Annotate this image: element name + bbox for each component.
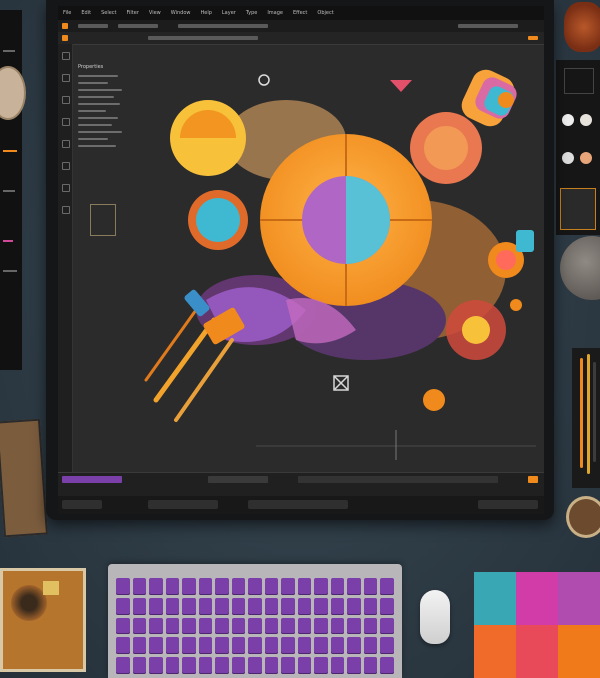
menu-item[interactable]: Window (166, 10, 196, 16)
menu-item[interactable]: Help (195, 10, 216, 16)
property-row[interactable] (78, 110, 106, 112)
menu-item[interactable]: Type (241, 10, 262, 16)
photo-print (0, 568, 86, 672)
design-app-window: File Edit Select Filter View Window Help… (58, 6, 544, 514)
timeline-keyframe[interactable] (528, 476, 538, 483)
property-row[interactable] (78, 145, 116, 147)
artwork (144, 69, 536, 460)
toolbar-control[interactable] (118, 24, 158, 28)
select-tool-icon[interactable] (62, 74, 70, 82)
brush-holder (572, 348, 600, 488)
right-swatch-card (556, 60, 600, 235)
eyedropper-tool-icon[interactable] (62, 206, 70, 214)
timeline-track[interactable] (62, 476, 122, 483)
cyan-circle (196, 198, 240, 242)
orange-dot (423, 389, 445, 411)
keyboard (108, 564, 402, 678)
menu-item[interactable]: Filter (122, 10, 144, 16)
brush-tool-icon[interactable] (62, 96, 70, 104)
status-control[interactable] (478, 500, 538, 509)
artboard[interactable]: ☒ (136, 50, 536, 470)
layer-thumbnail[interactable] (90, 204, 116, 236)
property-row[interactable] (78, 96, 114, 98)
mouse (420, 590, 450, 644)
property-row[interactable] (78, 117, 118, 119)
timeline-panel (58, 472, 544, 497)
close-icon[interactable]: ☒ (332, 370, 344, 385)
status-control[interactable] (148, 500, 218, 509)
toolbar-control[interactable] (458, 24, 518, 28)
text-tool-icon[interactable] (62, 140, 70, 148)
menu-item[interactable]: Object (312, 10, 338, 16)
property-row[interactable] (78, 124, 112, 126)
status-bar (58, 496, 544, 514)
color-swatch-block (474, 572, 600, 678)
right-jar (566, 496, 600, 538)
menu-bar: File Edit Select Filter View Window Help… (58, 6, 544, 20)
option-slider[interactable] (148, 36, 258, 40)
option-control[interactable] (528, 36, 538, 40)
timeline-track[interactable] (208, 476, 268, 483)
menu-item[interactable]: Edit (76, 10, 96, 16)
left-photo-tablet (0, 418, 48, 538)
hand-tool-icon[interactable] (62, 184, 70, 192)
property-row[interactable] (78, 75, 118, 77)
top-right-brush (564, 2, 600, 52)
menu-item[interactable]: Select (96, 10, 121, 16)
panel-title: Properties (78, 64, 104, 70)
menu-item[interactable]: Image (262, 10, 288, 16)
toolbar-control[interactable] (178, 24, 268, 28)
property-row[interactable] (78, 131, 122, 133)
timeline-track[interactable] (298, 476, 498, 483)
menu-item[interactable]: View (144, 10, 166, 16)
left-notebook (0, 10, 22, 370)
status-control[interactable] (248, 500, 348, 509)
move-tool-icon[interactable] (62, 52, 70, 60)
menu-item[interactable]: File (58, 10, 76, 16)
tool-icon[interactable] (62, 35, 68, 41)
app-logo-icon (62, 23, 68, 29)
options-bar (58, 32, 544, 45)
toolbar-control[interactable] (78, 24, 108, 28)
property-row[interactable] (78, 138, 108, 140)
menu-item[interactable]: Effect (288, 10, 312, 16)
property-row[interactable] (78, 89, 122, 91)
keyboard-keys (116, 578, 394, 674)
menu-item[interactable]: Layer (217, 10, 241, 16)
zoom-tool-icon[interactable] (62, 162, 70, 170)
status-control[interactable] (62, 500, 102, 509)
shape-tool-icon[interactable] (62, 118, 70, 126)
property-row[interactable] (78, 103, 120, 105)
property-row[interactable] (78, 82, 108, 84)
tools-panel (58, 44, 73, 474)
